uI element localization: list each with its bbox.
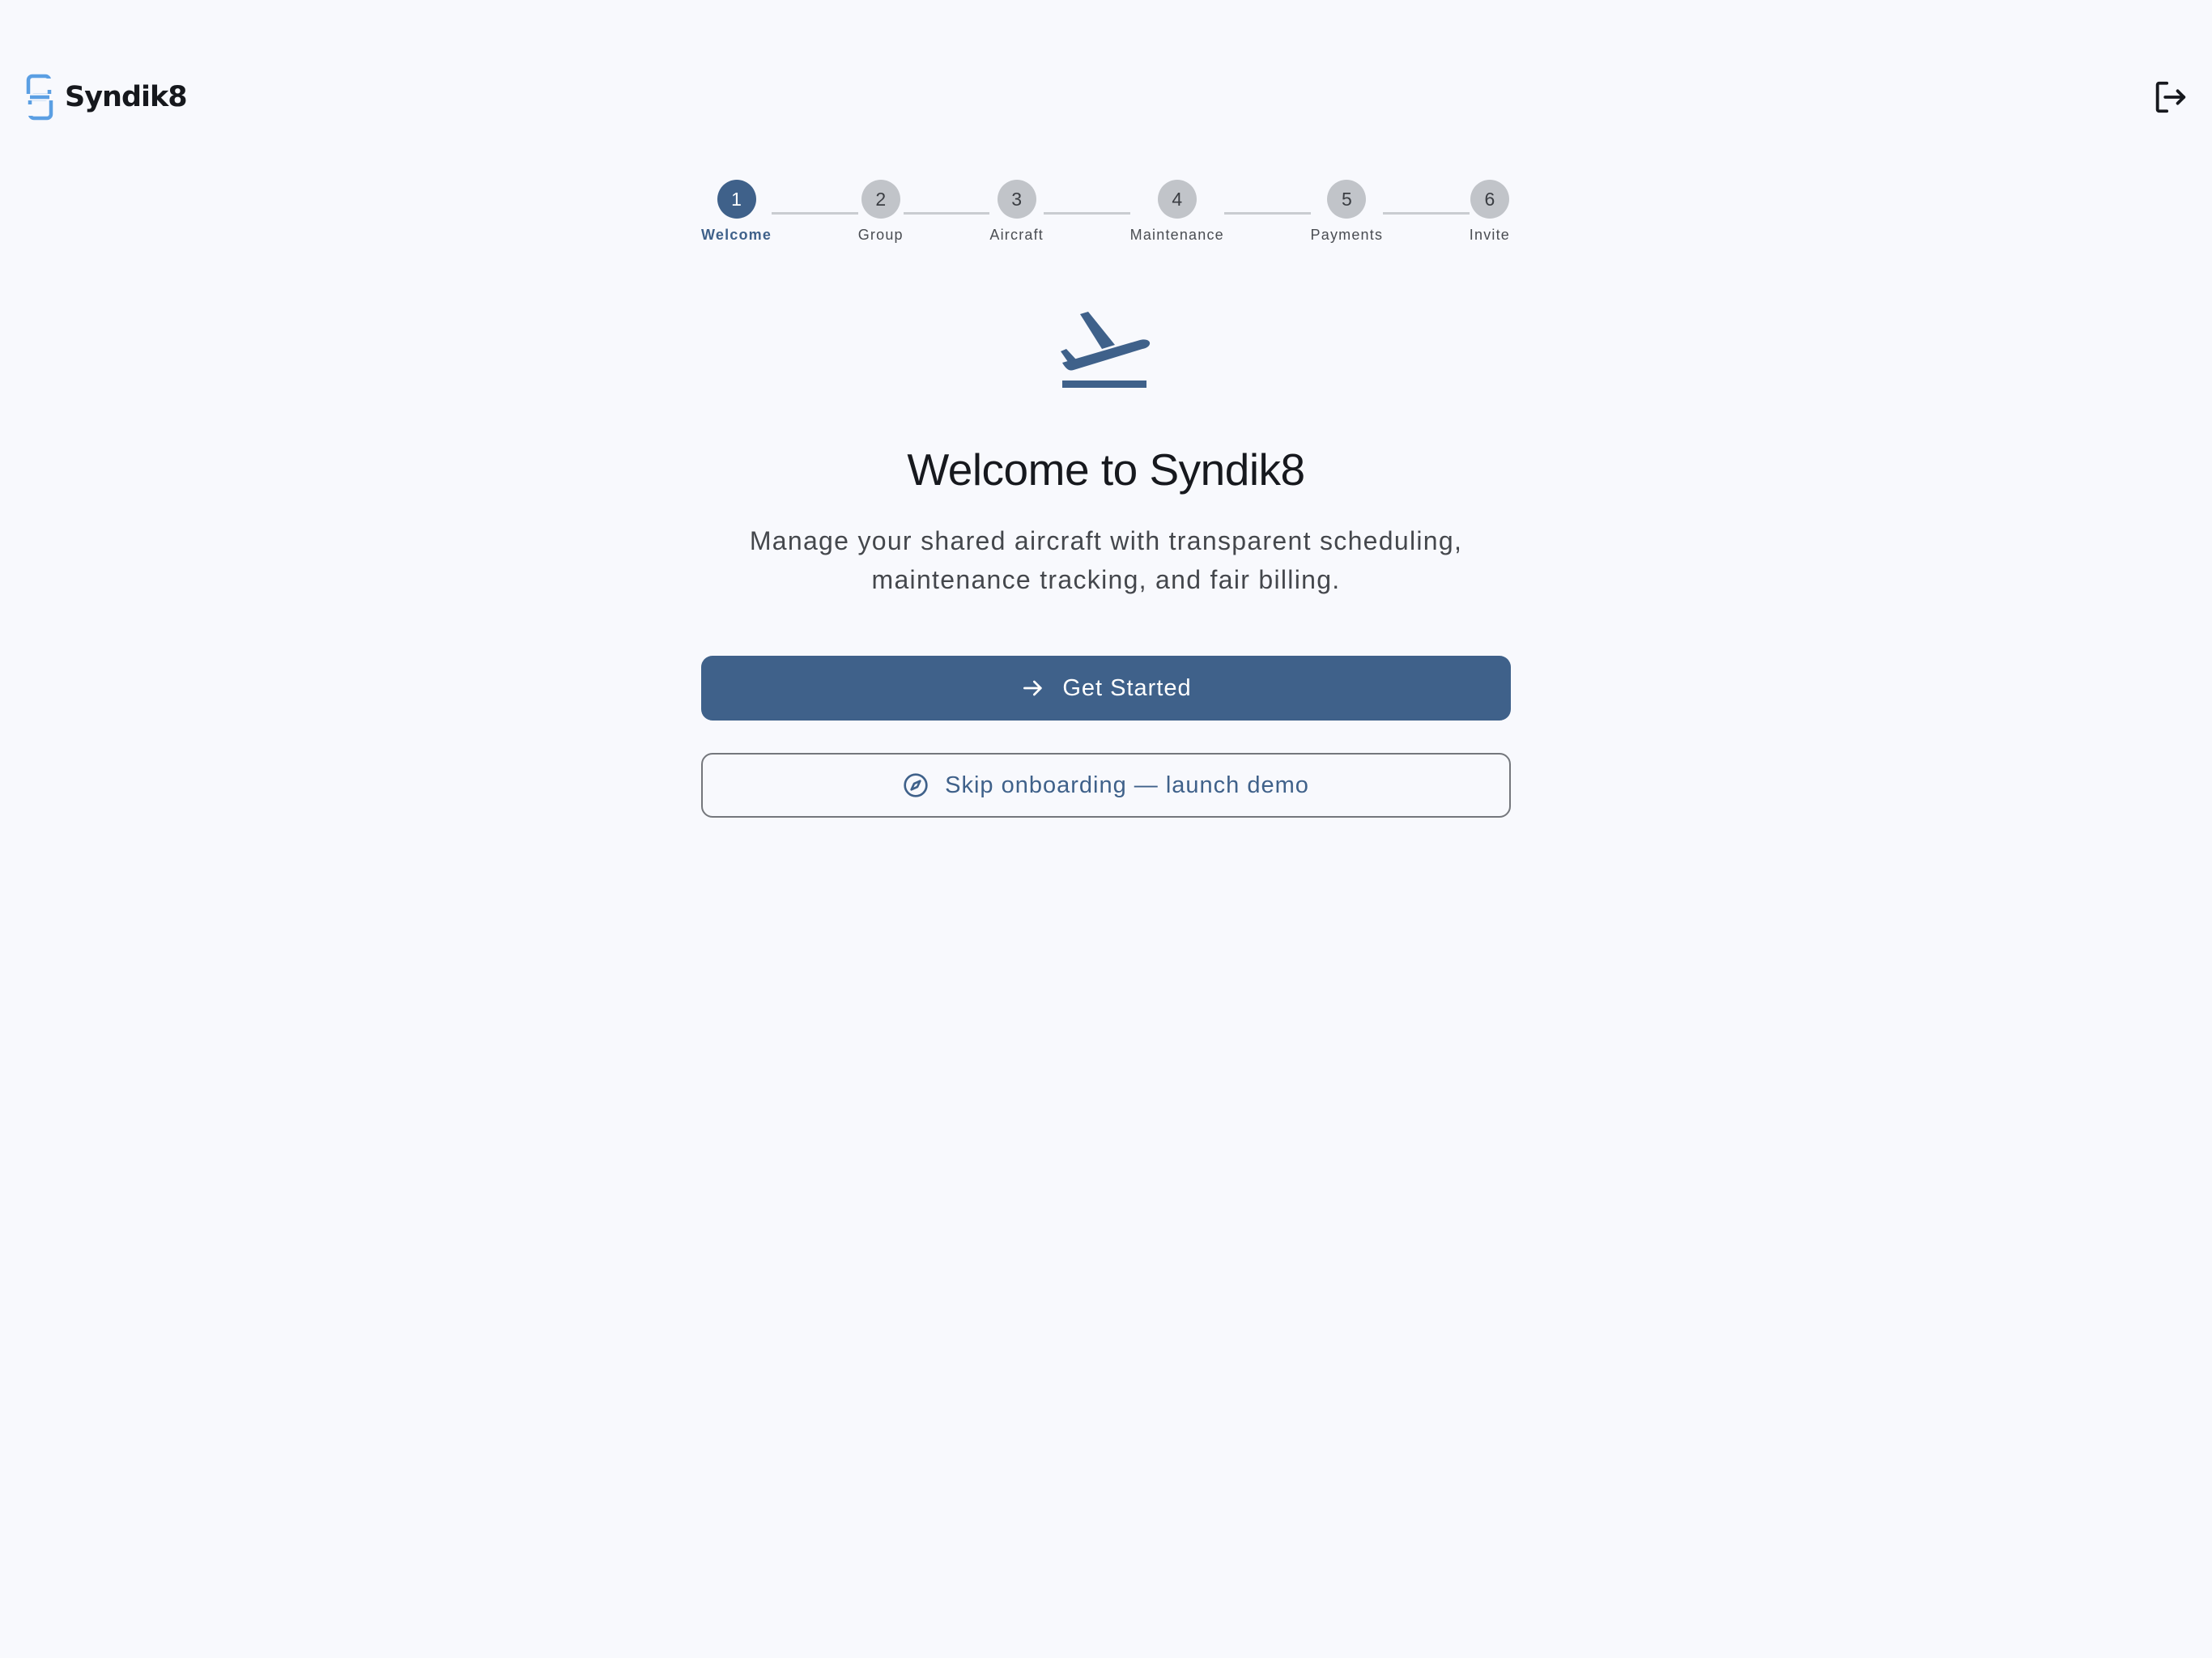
step-number: 6: [1470, 180, 1509, 219]
step-invite[interactable]: 6 Invite: [1470, 180, 1510, 244]
step-connector: [1044, 212, 1130, 215]
step-group[interactable]: 2 Group: [858, 180, 904, 244]
step-payments[interactable]: 5 Payments: [1311, 180, 1384, 244]
step-maintenance[interactable]: 4 Maintenance: [1130, 180, 1224, 244]
step-label: Payments: [1310, 227, 1384, 243]
step-number: 1: [717, 180, 756, 219]
brand[interactable]: Syndik8: [26, 73, 188, 121]
onboarding-stepper: 1 Welcome 2 Group 3 Aircraft 4 Maintenan…: [701, 180, 1510, 253]
page-title: Welcome to Syndik8: [907, 444, 1305, 495]
get-started-label: Get Started: [1062, 674, 1192, 701]
step-number: 3: [997, 180, 1036, 219]
step-number: 2: [861, 180, 900, 219]
get-started-button[interactable]: Get Started: [701, 656, 1511, 721]
step-number: 5: [1327, 180, 1367, 219]
step-connector: [1223, 212, 1311, 215]
logout-icon: [2155, 81, 2186, 113]
step-label: Invite: [1469, 227, 1511, 243]
flight-takeoff-icon: [1061, 312, 1151, 388]
step-connector: [1383, 212, 1470, 215]
step-label: Welcome: [701, 227, 772, 243]
step-label: Aircraft: [989, 227, 1044, 243]
compass-icon: [904, 773, 928, 797]
step-connector: [772, 212, 858, 215]
brand-name: Syndik8: [65, 81, 188, 113]
skip-onboarding-button[interactable]: Skip onboarding — launch demo: [701, 753, 1511, 818]
skip-onboarding-label: Skip onboarding — launch demo: [945, 772, 1309, 798]
page-subtitle: Manage your shared aircraft with transpa…: [749, 526, 1463, 594]
step-label: Group: [857, 227, 904, 243]
arrow-right-icon: [1023, 680, 1043, 696]
step-aircraft[interactable]: 3 Aircraft: [989, 180, 1044, 244]
step-welcome[interactable]: 1 Welcome: [701, 180, 772, 244]
syndik8-logo-icon: [26, 74, 53, 121]
step-label: Maintenance: [1129, 227, 1224, 243]
step-number: 4: [1157, 180, 1197, 219]
logout-button[interactable]: [2150, 78, 2189, 117]
step-connector: [903, 212, 990, 215]
